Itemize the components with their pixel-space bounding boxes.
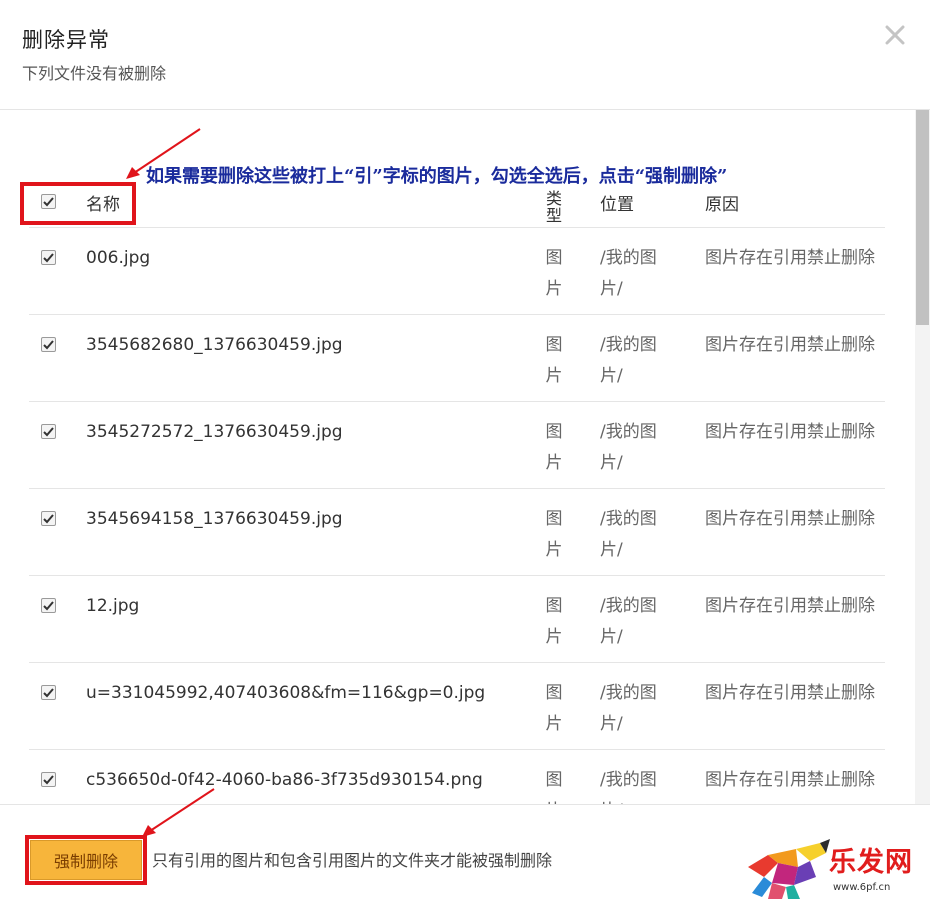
dialog-title: 删除异常 xyxy=(22,28,110,52)
row-checkbox[interactable] xyxy=(41,685,56,700)
row-file-type: 图片 xyxy=(545,683,563,734)
row-file-type: 图片 xyxy=(545,248,563,299)
dialog-body: 如果需要删除这些被打上“引”字标的图片，勾选全选后，点击“强制删除” 名称 类型… xyxy=(0,110,930,804)
row-file-reason: 图片存在引用禁止删除 xyxy=(705,509,875,529)
check-icon xyxy=(43,340,54,350)
bull-logo-icon xyxy=(748,839,830,899)
row-checkbox[interactable] xyxy=(41,598,56,613)
check-icon xyxy=(43,688,54,698)
table-header: 名称 类型 位置 原因 xyxy=(29,170,885,228)
watermark-url: www.6pf.cn xyxy=(833,882,891,893)
dialog-header: 删除异常 下列文件没有被删除 xyxy=(0,0,930,110)
check-icon xyxy=(43,601,54,611)
exception-table: 名称 类型 位置 原因 006.jpg 图片/我的图片/图片存在引用禁止删除 354… xyxy=(29,170,885,804)
dialog-footer: 强制删除 只有引用的图片和包含引用图片的文件夹才能被强制删除 乐发网 www.6… xyxy=(0,788,930,907)
header-location: 位置 xyxy=(600,195,634,215)
scrollbar-thumb[interactable] xyxy=(916,110,929,325)
row-file-reason: 图片存在引用禁止删除 xyxy=(705,335,875,355)
table-row[interactable]: u=331045992,407403608&fm=116&gp=0.jpg 图片 /… xyxy=(29,663,885,750)
row-file-type: 图片 xyxy=(545,509,563,560)
row-file-location: /我的图片/ xyxy=(600,683,657,734)
check-icon xyxy=(43,253,54,263)
row-file-type: 图片 xyxy=(545,770,563,804)
header-reason: 原因 xyxy=(705,195,739,215)
force-delete-note: 只有引用的图片和包含引用图片的文件夹才能被强制删除 xyxy=(152,851,553,870)
row-file-name: 3545694158_1376630459.jpg xyxy=(86,509,343,529)
row-file-reason: 图片存在引用禁止删除 xyxy=(705,770,875,790)
force-delete-button[interactable]: 强制删除 xyxy=(30,840,142,880)
row-file-location: /我的图片/ xyxy=(600,509,657,560)
row-file-reason: 图片存在引用禁止删除 xyxy=(705,422,875,442)
row-checkbox[interactable] xyxy=(41,772,56,787)
table-row[interactable]: 3545272572_1376630459.jpg 图片/我的图片/图片存在引用禁… xyxy=(29,402,885,489)
row-checkbox[interactable] xyxy=(41,511,56,526)
row-checkbox[interactable] xyxy=(41,424,56,439)
row-file-location: /我的图片/ xyxy=(600,596,657,647)
row-file-location: /我的图片/ xyxy=(600,248,657,299)
row-file-reason: 图片存在引用禁止删除 xyxy=(705,683,875,703)
table-row[interactable]: 3545682680_1376630459.jpg 图片/我的图片/图片存在引用禁… xyxy=(29,315,885,402)
table-row[interactable]: 12.jpg 图片/我的图片/图片存在引用禁止删除 xyxy=(29,576,885,663)
close-icon[interactable] xyxy=(882,22,908,48)
row-file-location: /我的图片/ xyxy=(600,422,657,473)
check-icon xyxy=(43,514,54,524)
row-file-name: 12.jpg xyxy=(86,596,140,616)
table-row[interactable]: 3545694158_1376630459.jpg 图片/我的图片/图片存在引用禁… xyxy=(29,489,885,576)
row-checkbox[interactable] xyxy=(41,250,56,265)
check-icon xyxy=(43,427,54,437)
check-icon xyxy=(43,775,54,785)
row-file-name: 3545682680_1376630459.jpg xyxy=(86,335,343,355)
scrollbar-track[interactable] xyxy=(915,110,930,804)
row-file-reason: 图片存在引用禁止删除 xyxy=(705,248,875,268)
watermark-text: 乐发网 xyxy=(829,847,913,878)
table-row[interactable]: 006.jpg 图片/我的图片/图片存在引用禁止删除 xyxy=(29,228,885,315)
dialog-subtitle: 下列文件没有被删除 xyxy=(22,64,167,83)
row-file-reason: 图片存在引用禁止删除 xyxy=(705,596,875,616)
row-file-name: 3545272572_1376630459.jpg xyxy=(86,422,343,442)
row-file-location: /我的图片/ xyxy=(600,770,657,804)
highlight-select-all xyxy=(20,182,136,225)
row-file-name: u=331045992,407403608&fm=116&gp=0.jpg xyxy=(86,683,486,703)
row-file-name: 006.jpg xyxy=(86,248,151,268)
row-file-type: 图片 xyxy=(545,335,563,386)
row-file-location: /我的图片/ xyxy=(600,335,657,386)
row-file-type: 图片 xyxy=(545,596,563,647)
row-checkbox[interactable] xyxy=(41,337,56,352)
header-type: 类型 xyxy=(545,189,562,225)
watermark-logo: 乐发网 www.6pf.cn xyxy=(738,837,923,903)
row-file-type: 图片 xyxy=(545,422,563,473)
